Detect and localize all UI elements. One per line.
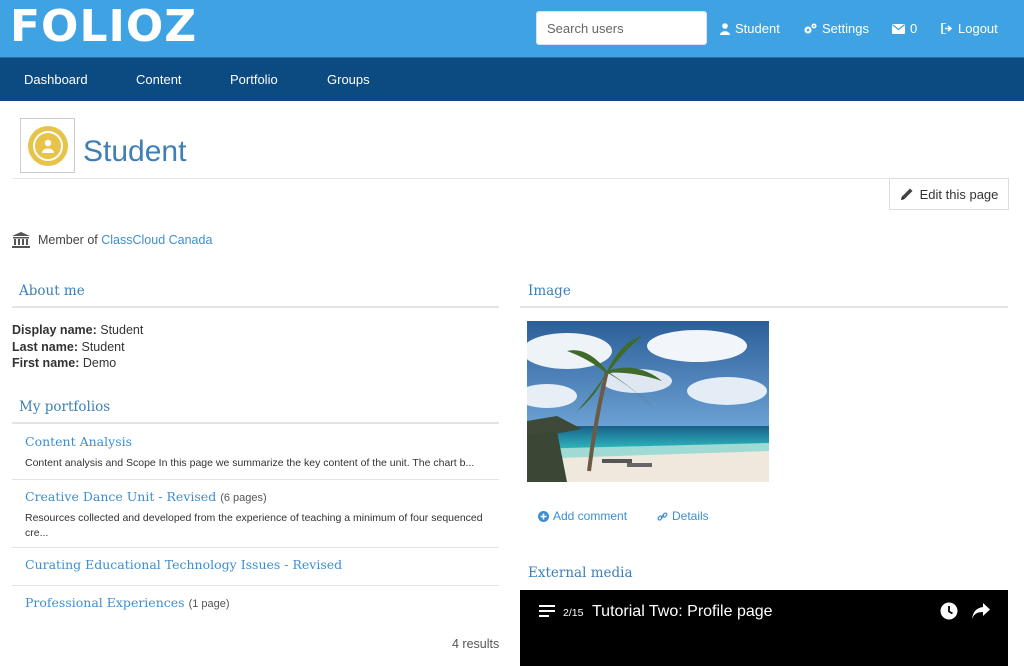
divider — [12, 547, 499, 548]
field-label: First name: — [12, 356, 80, 370]
divider — [12, 585, 499, 586]
nav-portfolio[interactable]: Portfolio — [230, 72, 278, 87]
add-comment-link[interactable]: Add comment — [538, 509, 627, 523]
portfolio-link-creative-dance[interactable]: Creative Dance Unit - Revised (6 pages) — [25, 489, 267, 504]
settings-link[interactable]: Settings — [803, 21, 869, 36]
logout-link[interactable]: Logout — [941, 21, 998, 36]
avatar[interactable] — [20, 118, 75, 173]
playlist-count: 2/15 — [563, 607, 584, 619]
profile-field-first-name: First name: Demo — [12, 356, 116, 370]
nav-groups[interactable]: Groups — [327, 72, 370, 87]
logout-label: Logout — [958, 21, 998, 36]
user-profile-link[interactable]: Student — [720, 21, 780, 36]
edit-page-button[interactable]: Edit this page — [889, 178, 1009, 210]
my-portfolios-title: My portfolios — [19, 399, 111, 415]
details-link[interactable]: Details — [657, 509, 709, 523]
portfolio-description: Resources collected and developed from t… — [25, 512, 483, 539]
page-count: (1 page) — [188, 598, 230, 610]
external-media-title: External media — [528, 565, 633, 581]
main-nav: Dashboard Content Portfolio Groups — [0, 57, 1024, 101]
field-value: Student — [100, 323, 144, 337]
field-label: Display name: — [12, 323, 97, 337]
institution-membership: Member of ClassCloud Canada — [12, 232, 212, 248]
messages-count: 0 — [910, 21, 918, 36]
institution-link[interactable]: ClassCloud Canada — [101, 233, 212, 247]
user-label: Student — [735, 21, 780, 36]
gears-icon — [804, 23, 817, 33]
profile-field-display-name: Display name: Student — [12, 323, 143, 337]
divider — [12, 422, 499, 424]
envelope-icon — [892, 23, 905, 34]
about-me-title: About me — [19, 283, 85, 299]
portfolio-link-professional-experiences[interactable]: Professional Experiences (1 page) — [25, 595, 230, 610]
video-player[interactable]: 2/15 Tutorial Two: Profile page — [520, 590, 1008, 666]
avatar-circle — [28, 126, 68, 166]
top-header: FOLIOZ Student Settings 0 Logout — [0, 0, 1024, 57]
add-comment-label: Add comment — [553, 509, 628, 523]
member-prefix: Member of — [38, 233, 98, 247]
watch-later-icon[interactable] — [940, 602, 958, 620]
institution-icon — [12, 232, 30, 248]
details-label: Details — [672, 509, 709, 523]
field-value: Student — [81, 340, 125, 354]
user-icon — [720, 22, 730, 35]
link-icon — [657, 511, 668, 521]
profile-field-last-name: Last name: Student — [12, 340, 125, 354]
divider — [12, 306, 499, 308]
divider — [12, 479, 499, 480]
portfolio-description: Content analysis and Scope In this page … — [25, 457, 475, 469]
edit-page-label: Edit this page — [919, 186, 999, 202]
field-label: Last name: — [12, 340, 78, 354]
image-block-title: Image — [528, 283, 571, 299]
nav-dashboard[interactable]: Dashboard — [24, 72, 88, 87]
settings-label: Settings — [822, 21, 869, 36]
search-users-input[interactable] — [536, 11, 707, 45]
video-title[interactable]: Tutorial Two: Profile page — [592, 603, 773, 621]
field-value: Demo — [82, 356, 117, 370]
divider — [12, 178, 1008, 179]
logo[interactable]: FOLIOZ — [10, 5, 197, 49]
user-silhouette-icon — [33, 131, 63, 161]
beach-image[interactable] — [527, 321, 769, 482]
pencil-icon — [900, 188, 913, 200]
divider — [520, 306, 1008, 308]
messages-link[interactable]: 0 — [892, 21, 917, 36]
sign-out-icon — [941, 23, 953, 34]
page-count: (6 pages) — [220, 492, 267, 504]
results-count: 4 results — [452, 637, 500, 651]
page-title: Student — [83, 135, 187, 168]
portfolio-link-content-analysis[interactable]: Content Analysis — [25, 434, 132, 449]
share-icon[interactable] — [972, 603, 990, 619]
portfolio-link-curating-edtech[interactable]: Curating Educational Technology Issues -… — [25, 557, 342, 572]
nav-content[interactable]: Content — [136, 72, 182, 87]
playlist-icon[interactable] — [539, 605, 555, 618]
plus-circle-icon — [538, 510, 549, 522]
